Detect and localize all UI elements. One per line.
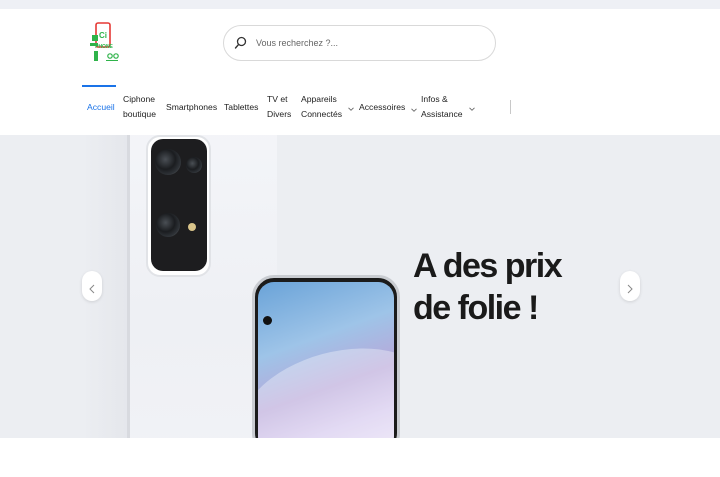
- page-content-area: [0, 438, 720, 477]
- chevron-right-icon: [627, 281, 633, 294]
- top-strip: [0, 0, 720, 9]
- chevron-down-icon: [468, 103, 476, 111]
- active-indicator: [82, 85, 116, 87]
- screen-wallpaper-wave: [258, 328, 394, 438]
- svg-text:Ci: Ci: [99, 31, 107, 40]
- ciphone-logo-icon[interactable]: Ci PHONE: [86, 21, 122, 67]
- search-icon[interactable]: [234, 36, 248, 50]
- svg-text:PHONE: PHONE: [95, 44, 113, 50]
- search-input[interactable]: [256, 38, 476, 48]
- nav-item-accessoires[interactable]: Accessoires: [359, 100, 418, 115]
- nav-item-label: Appareils Connectés: [301, 94, 343, 119]
- slider-prev-button[interactable]: [82, 271, 102, 301]
- nav-item-label: TV et Divers: [267, 94, 292, 119]
- nav-item-infos-assistance[interactable]: Infos & Assistance: [421, 92, 476, 122]
- chevron-down-icon: [410, 104, 418, 112]
- nav-item-tablettes[interactable]: Tablettes: [224, 100, 258, 115]
- camera-lens-icon: [186, 157, 202, 173]
- nav-item-label: Ciphone boutique: [123, 94, 156, 119]
- nav-item-smartphones[interactable]: Smartphones: [166, 100, 217, 115]
- nav-item-label: Accueil: [87, 102, 115, 112]
- hero-slider[interactable]: A des prix de folie !: [0, 135, 720, 438]
- front-camera-icon: [263, 316, 272, 325]
- nav-divider: [510, 100, 511, 114]
- nav-item-label: Infos & Assistance: [421, 94, 463, 119]
- chevron-down-icon: [347, 103, 355, 111]
- camera-lens-icon: [156, 213, 180, 237]
- nav-item-label: Smartphones: [166, 102, 218, 112]
- search-box[interactable]: [223, 25, 496, 61]
- camera-lens-icon: [155, 149, 181, 175]
- nav-item-label: Tablettes: [224, 102, 259, 112]
- nav-item-appareils-connectes[interactable]: Appareils Connectés: [301, 92, 355, 122]
- flash-icon: [188, 223, 196, 231]
- phone-screen-image: [258, 282, 394, 438]
- slider-next-button[interactable]: [620, 271, 640, 301]
- nav-item-label: Accessoires: [359, 102, 406, 112]
- nav-item-ciphone-boutique[interactable]: Ciphone boutique: [123, 92, 156, 122]
- main-nav: Accueil Ciphone boutique Smartphones Tabl…: [0, 84, 720, 134]
- hero-headline: A des prix de folie !: [413, 247, 563, 327]
- site-header: Ci PHONE Accueil Ciphoneboutique: [0, 9, 720, 135]
- nav-item-accueil[interactable]: Accueil: [87, 100, 115, 115]
- nav-item-tv-et-divers[interactable]: TV et Divers: [267, 92, 291, 122]
- chevron-left-icon: [89, 281, 95, 294]
